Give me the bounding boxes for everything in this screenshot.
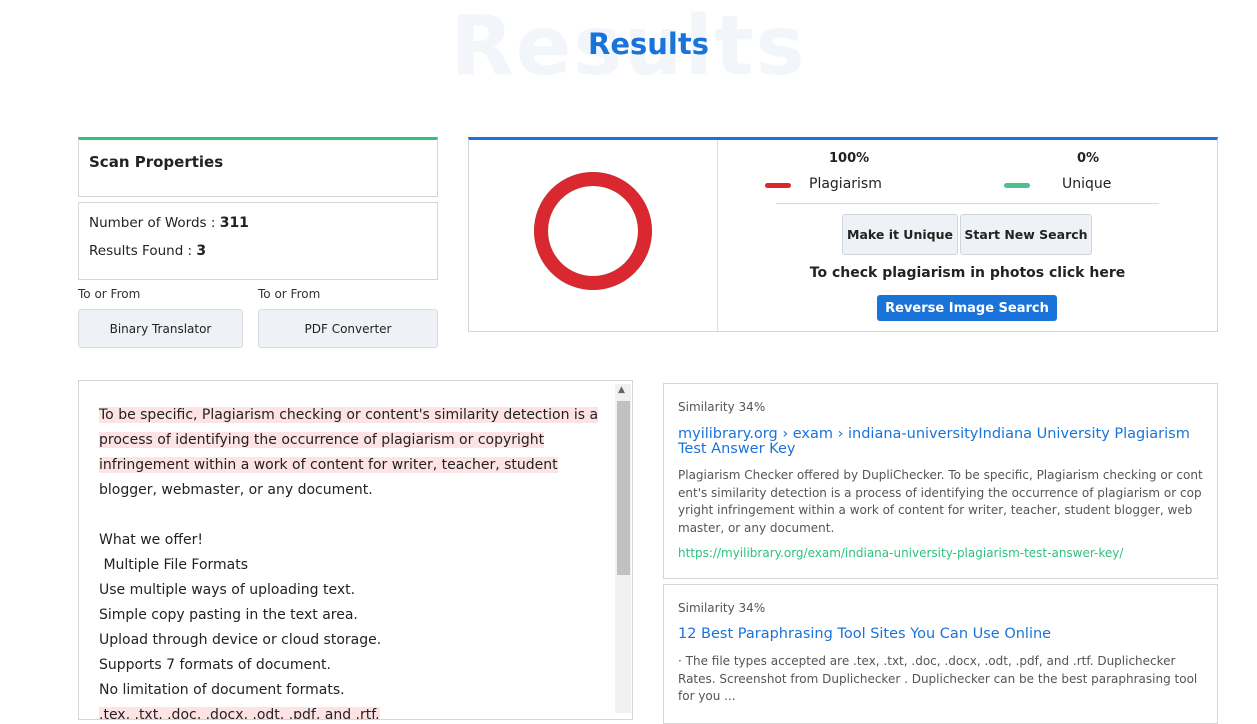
stats-divider [776,203,1159,204]
source-result-card: Similarity 34% myilibrary.org › exam › i… [663,383,1218,579]
source-title-link[interactable]: myilibrary.org › exam › indiana-universi… [678,427,1208,457]
paragraph-rest: blogger, webmaster, or any document. [99,482,373,498]
plagiarized-highlight-partial: .tex, .txt, .doc, .docx, .odt, .pdf, and… [99,707,380,719]
word-count-label: Number of Words : [89,215,216,231]
scan-properties-header: Scan Properties [78,137,438,197]
pdf-converter-button[interactable]: PDF Converter [258,309,438,348]
page-title: Results [588,27,709,61]
plagiarism-legend-swatch [765,183,791,188]
binary-translator-caption: To or From [78,287,141,301]
first-paragraph: To be specific, Plagiarism checking or c… [99,403,607,503]
plagiarism-label: Plagiarism [809,176,882,192]
results-found-value: 3 [196,243,207,259]
source-result-card: Similarity 34% 12 Best Paraphrasing Tool… [663,584,1218,724]
text-scrollbar-thumb[interactable] [617,401,630,575]
text-line: Supports 7 formats of document. [99,657,331,673]
photo-check-text: To check plagiarism in photos click here [809,265,1126,281]
source-description: Plagiarism Checker offered by DupliCheck… [678,468,1203,535]
pdf-converter-caption: To or From [258,287,321,301]
similarity-label: Similarity 34% [678,400,766,414]
make-unique-button[interactable]: Make it Unique [842,214,958,255]
result-divider [717,140,718,331]
checked-text-panel[interactable]: To be specific, Plagiarism checking or c… [78,380,633,720]
plagiarized-highlight: To be specific, Plagiarism checking or c… [99,407,599,473]
results-found-label: Results Found : [89,243,193,259]
scroll-up-arrow-icon[interactable]: ▲ [618,386,625,395]
source-description: · The file types accepted are .tex, .txt… [678,654,1198,703]
results-found: Results Found : 3 [89,243,206,259]
text-line: Multiple File Formats [99,557,249,573]
plagiarism-donut-chart [534,172,652,290]
text-line: No limitation of document formats. [99,682,345,698]
unique-legend-swatch [1004,183,1030,188]
scan-properties-panel: Number of Words : 311 Results Found : 3 [78,202,438,280]
word-count: Number of Words : 311 [89,215,249,231]
plagiarism-ring [534,172,652,290]
source-url-link[interactable]: https://myilibrary.org/exam/indiana-univ… [678,546,1123,560]
text-line: Use multiple ways of uploading text. [99,582,356,598]
word-count-value: 311 [219,215,249,231]
unique-percent: 0% [1077,151,1100,166]
binary-translator-button[interactable]: Binary Translator [78,309,243,348]
start-new-search-button[interactable]: Start New Search [960,214,1092,255]
text-line: What we offer! [99,532,203,548]
checked-text: To be specific, Plagiarism checking or c… [99,403,607,719]
source-title-link[interactable]: 12 Best Paraphrasing Tool Sites You Can … [678,627,1051,642]
unique-label: Unique [1062,176,1112,192]
reverse-image-search-button[interactable]: Reverse Image Search [877,295,1057,321]
scan-properties-title: Scan Properties [89,153,224,171]
text-line: Upload through device or cloud storage. [99,632,382,648]
text-line: Simple copy pasting in the text area. [99,607,358,623]
similarity-label: Similarity 34% [678,601,766,615]
plagiarism-percent: 100% [829,151,870,166]
